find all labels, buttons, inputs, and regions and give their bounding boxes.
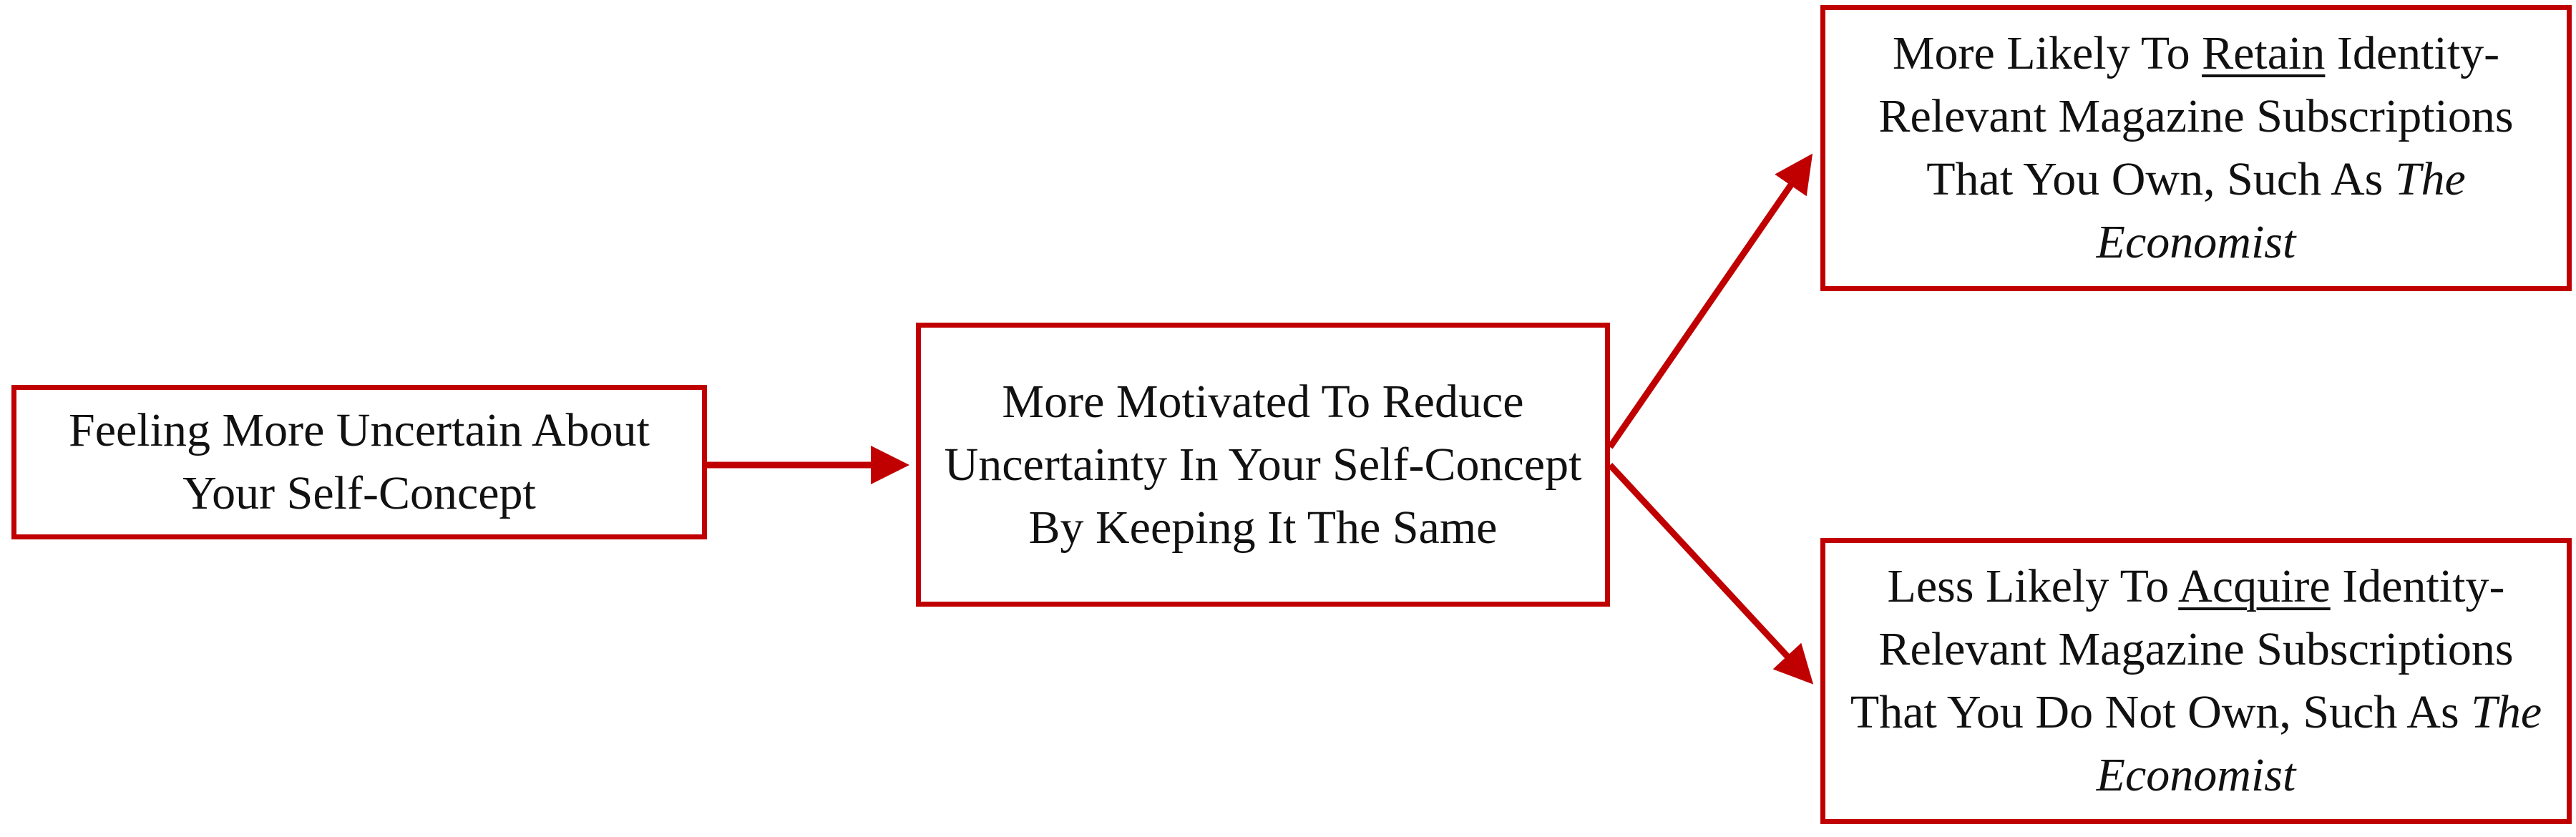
retain-outcome-box: More Likely To Retain Identity-Relevant …: [1820, 5, 2572, 291]
arrow-mediator-to-acquire: [1607, 462, 1814, 685]
retain-outcome-text: More Likely To Retain Identity-Relevant …: [1838, 22, 2554, 274]
acquire-emphasis: Acquire: [2178, 560, 2331, 612]
mediator-text: More Motivated To Reduce Uncertainty In …: [944, 375, 1582, 554]
mediator-box: More Motivated To Reduce Uncertainty In …: [916, 323, 1610, 607]
cause-text: Feeling More Uncertain About Your Self-C…: [69, 404, 650, 519]
arrow-mediator-to-retain: [1607, 153, 1813, 449]
acquire-prefix: Less Likely To: [1887, 560, 2179, 612]
cause-box: Feeling More Uncertain About Your Self-C…: [11, 385, 707, 539]
acquire-outcome-text: Less Likely To Acquire Identity-Relevant…: [1838, 555, 2554, 807]
retain-prefix: More Likely To: [1892, 27, 2202, 79]
retain-emphasis: Retain: [2202, 27, 2326, 79]
acquire-outcome-box: Less Likely To Acquire Identity-Relevant…: [1820, 538, 2572, 824]
diagram-canvas: Feeling More Uncertain About Your Self-C…: [0, 0, 2576, 837]
